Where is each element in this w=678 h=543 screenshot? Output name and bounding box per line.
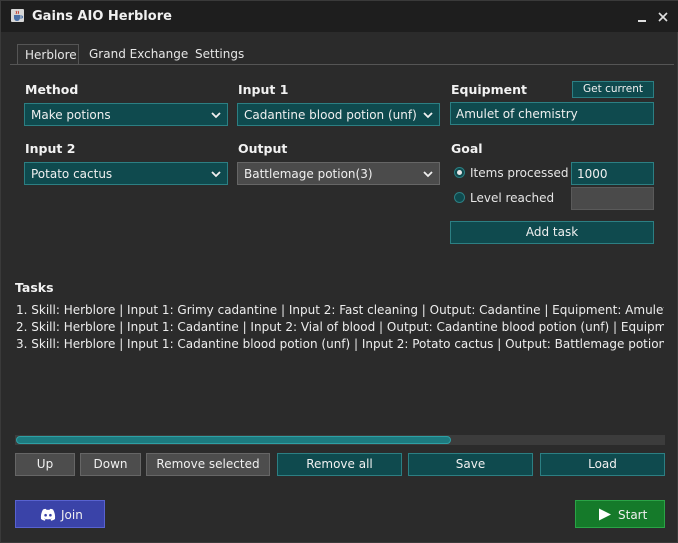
add-task-button[interactable]: Add task <box>450 221 654 244</box>
start-button[interactable]: Start <box>575 500 665 528</box>
items-processed-label: Items processed <box>470 166 569 180</box>
items-processed-radio[interactable] <box>454 167 465 178</box>
level-reached-label: Level reached <box>470 191 555 205</box>
output-select[interactable]: Battlemage potion(3) <box>237 162 440 185</box>
tab-settings[interactable]: Settings <box>188 44 251 64</box>
up-button[interactable]: Up <box>15 453 75 476</box>
level-reached-radio[interactable] <box>454 192 465 203</box>
tab-grand-exchange[interactable]: Grand Exchange <box>82 44 195 64</box>
method-label: Method <box>25 82 79 97</box>
app-window: Gains AIO Herblore Herblore Grand Exchan… <box>0 0 678 543</box>
equipment-field[interactable]: Amulet of chemistry <box>450 102 654 125</box>
task-item[interactable]: 3. Skill: Herblore | Input 1: Cadantine … <box>16 337 664 351</box>
chevron-down-icon <box>211 171 221 178</box>
equipment-label: Equipment <box>451 82 527 97</box>
scrollbar-thumb[interactable] <box>16 436 451 444</box>
input2-select[interactable]: Potato cactus <box>24 162 228 185</box>
close-button[interactable] <box>656 10 670 24</box>
input2-label: Input 2 <box>25 141 76 156</box>
chevron-down-icon <box>211 112 221 119</box>
remove-all-button[interactable]: Remove all <box>277 453 402 476</box>
method-select-value: Make potions <box>31 108 111 122</box>
minimize-button[interactable] <box>635 10 649 24</box>
java-cup-icon <box>11 9 24 22</box>
input1-select[interactable]: Cadantine blood potion (unf) <box>237 103 440 126</box>
method-select[interactable]: Make potions <box>24 103 228 126</box>
task-item[interactable]: 2. Skill: Herblore | Input 1: Cadantine … <box>16 320 664 334</box>
play-icon <box>599 508 611 521</box>
join-discord-button[interactable]: Join <box>15 500 105 528</box>
chevron-down-icon <box>423 112 433 119</box>
input1-label: Input 1 <box>238 82 289 97</box>
load-button[interactable]: Load <box>540 453 665 476</box>
input2-select-value: Potato cactus <box>31 167 113 181</box>
discord-icon <box>40 508 56 521</box>
items-processed-field[interactable]: 1000 <box>571 162 654 185</box>
level-reached-field[interactable] <box>571 187 654 210</box>
get-current-button[interactable]: Get current <box>572 81 654 98</box>
input1-select-value: Cadantine blood potion (unf) <box>244 108 417 122</box>
goal-label: Goal <box>451 141 483 156</box>
down-button[interactable]: Down <box>80 453 141 476</box>
tasks-label: Tasks <box>15 280 54 295</box>
start-label: Start <box>618 508 648 522</box>
minimize-icon <box>638 20 646 22</box>
output-label: Output <box>238 141 288 156</box>
close-icon <box>658 12 668 22</box>
save-button[interactable]: Save <box>408 453 533 476</box>
task-item[interactable]: 1. Skill: Herblore | Input 1: Grimy cada… <box>16 303 664 317</box>
chevron-down-icon <box>423 171 433 178</box>
window-title: Gains AIO Herblore <box>32 9 172 24</box>
join-label: Join <box>61 508 83 522</box>
output-select-value: Battlemage potion(3) <box>244 167 373 181</box>
remove-selected-button[interactable]: Remove selected <box>146 453 270 476</box>
tab-herblore[interactable]: Herblore <box>17 44 79 65</box>
tasks-list[interactable]: 1. Skill: Herblore | Input 1: Grimy cada… <box>14 297 664 433</box>
